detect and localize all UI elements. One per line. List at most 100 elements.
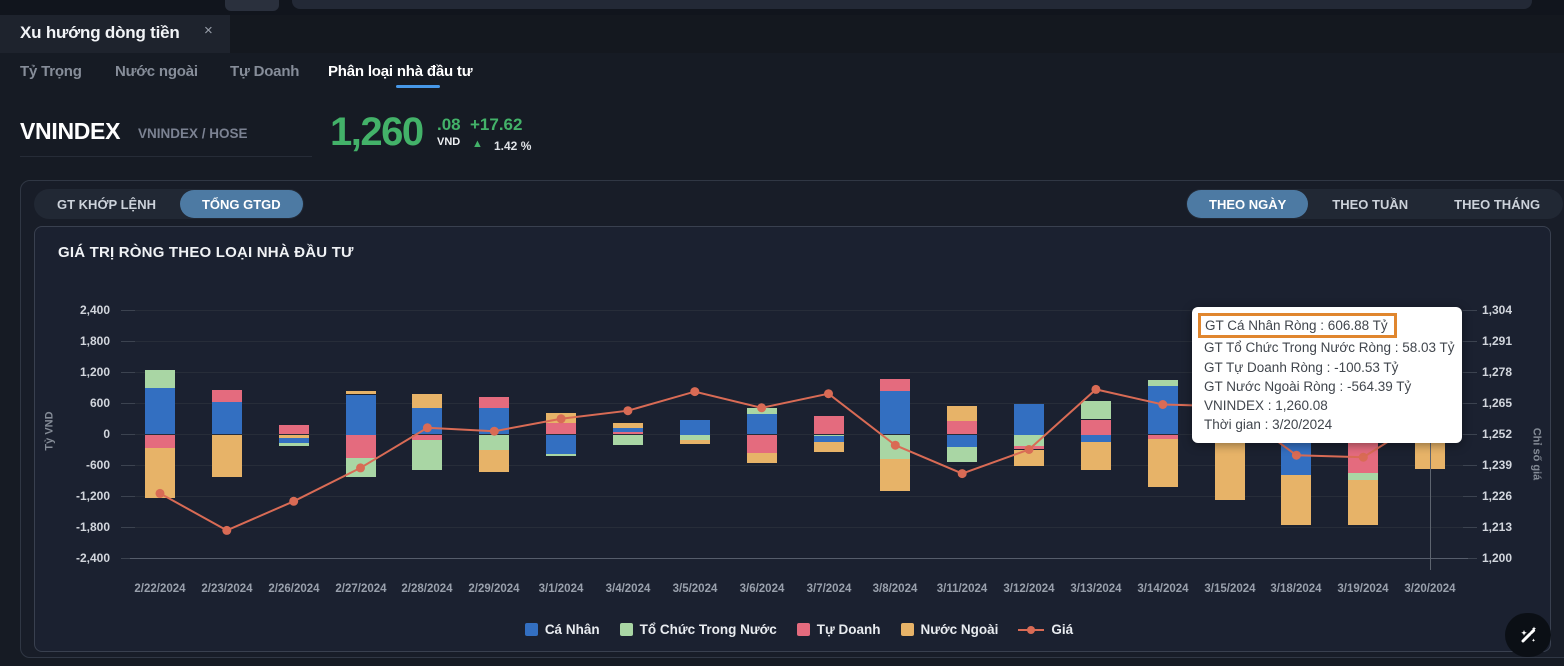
right-axis-label: 1,226	[1482, 489, 1513, 503]
x-axis-label: 3/4/2024	[605, 583, 651, 595]
tooltip-line: VNINDEX : 1,260.08	[1204, 398, 1328, 414]
price-line-dot[interactable]	[1158, 400, 1168, 409]
left-axis-label: 0	[103, 427, 110, 441]
legend-swatch	[900, 623, 914, 636]
x-axis-label: 2/29/2024	[468, 583, 520, 595]
left-axis-label: -600	[85, 458, 110, 472]
right-axis-label: 1,291	[1482, 334, 1513, 348]
tong-gtgd-button[interactable]: TỔNG GTGD	[179, 190, 303, 218]
x-axis-label: 2/22/2024	[134, 583, 186, 595]
period-toggle-group: THEO NGÀY THEO TUẦN THEO THÁNG	[1186, 189, 1564, 219]
legend-label: Tự Doanh	[816, 622, 881, 637]
x-axis-label: 3/1/2024	[538, 583, 584, 595]
right-axis-label: 1,213	[1482, 520, 1513, 534]
legend-label: Giá	[1051, 622, 1074, 637]
tab-tu-doanh[interactable]: Tự Doanh	[230, 63, 299, 80]
chart-legend: Cá Nhân Tổ Chức Trong Nước Tự Doanh Nước Ng…	[130, 622, 1468, 637]
index-change-percent: 1.42 %	[494, 139, 532, 153]
tooltip-line: GT Nước Ngoài Ròng : -564.39 Tỷ	[1204, 378, 1412, 394]
symbol-exchange: VNINDEX / HOSE	[138, 126, 248, 141]
right-axis-label: 1,265	[1482, 396, 1513, 410]
price-line-dot[interactable]	[422, 423, 432, 433]
legend-item-tu_doanh[interactable]: Tự Doanh	[796, 622, 881, 637]
legend-item-nuoc_ngoai[interactable]: Nước Ngoài	[900, 622, 998, 637]
price-line-dot[interactable]	[757, 403, 767, 413]
tooltip-line: GT Tự Doanh Ròng : -100.53 Tỷ	[1204, 359, 1399, 375]
price-line-dot[interactable]	[289, 496, 299, 506]
index-price-decimal: .08	[437, 115, 461, 134]
divider	[20, 156, 312, 157]
index-change: +17.62	[470, 115, 523, 134]
legend-swatch	[796, 623, 810, 636]
price-line-dot[interactable]	[690, 387, 700, 397]
x-axis-label: 2/27/2024	[335, 583, 387, 595]
x-axis-label: 3/8/2024	[872, 583, 918, 595]
price-line-dot[interactable]	[890, 440, 900, 450]
left-axis-label: -1,200	[75, 489, 110, 503]
top-chrome-bar	[0, 0, 1564, 15]
symbol-name: VNINDEX	[20, 118, 121, 144]
left-axis-label: 1,200	[79, 365, 110, 379]
tab-nuoc-ngoai[interactable]: Nước ngoài	[115, 63, 198, 80]
price-line-dot[interactable]	[1091, 384, 1101, 394]
chart-title: GIÁ TRỊ RÒNG THEO LOẠI NHÀ ĐẦU TƯ	[58, 244, 354, 261]
chrome-tab-stub[interactable]	[225, 0, 279, 11]
right-axis-label: 1,252	[1482, 427, 1513, 441]
right-axis-label: 1,239	[1482, 458, 1513, 472]
value-type-toggle-group: GT KHỚP LỆNH TỔNG GTGD	[34, 189, 304, 219]
legend-item-ca_nhan[interactable]: Cá Nhân	[524, 622, 600, 637]
theo-tuan-button[interactable]: THEO TUẦN	[1310, 190, 1430, 218]
legend-line-swatch	[1018, 625, 1045, 634]
x-axis-label: 3/12/2024	[1003, 583, 1055, 595]
price-line-dot[interactable]	[1358, 452, 1368, 462]
price-line-dot[interactable]	[1291, 450, 1301, 460]
left-axis-label: 2,400	[79, 303, 110, 317]
x-axis-label: 3/20/2024	[1404, 583, 1456, 595]
tooltip-line: GT Tổ Chức Trong Nước Ròng : 58.03 Tỷ	[1204, 340, 1455, 356]
tooltip-line: Thời gian : 3/20/2024	[1204, 417, 1333, 433]
chart-tooltip: GT Cá Nhân Ròng : 606.88 Tỷ GT Tổ Chức Tr…	[1192, 307, 1462, 443]
price-line-dot[interactable]	[356, 463, 365, 473]
x-axis-label: 3/18/2024	[1270, 583, 1322, 595]
x-axis-label: 3/13/2024	[1070, 583, 1122, 595]
tooltip-highlight-box: GT Cá Nhân Ròng : 606.88 Tỷ	[1198, 313, 1397, 339]
legend-item-gia[interactable]: Giá	[1018, 622, 1073, 637]
legend-swatch	[619, 623, 633, 636]
tooltip-line: GT Cá Nhân Ròng : 606.88 Tỷ	[1198, 313, 1450, 339]
legend-swatch	[524, 623, 538, 636]
x-axis-label: 3/14/2024	[1137, 583, 1189, 595]
close-icon[interactable]: ×	[204, 22, 213, 39]
x-axis-label: 2/28/2024	[401, 583, 453, 595]
left-axis-label: 1,800	[79, 334, 110, 348]
x-axis-label: 3/7/2024	[806, 583, 852, 595]
legend-label: Tổ Chức Trong Nước	[639, 622, 777, 637]
legend-item-to_chuc[interactable]: Tổ Chức Trong Nước	[619, 622, 777, 637]
theo-ngay-button[interactable]: THEO NGÀY	[1187, 190, 1309, 218]
price-line-dot[interactable]	[222, 525, 232, 535]
gt-khop-lenh-button[interactable]: GT KHỚP LỆNH	[35, 190, 178, 218]
magic-wand-icon	[1521, 626, 1537, 643]
theo-thang-button[interactable]: THEO THÁNG	[1432, 190, 1562, 218]
document-tab-row: Xu hướng dòng tiền ×	[0, 15, 1564, 53]
tab-ty-trong[interactable]: Tỷ Trọng	[20, 63, 82, 80]
price-line-dot[interactable]	[623, 406, 633, 416]
price-line-dot[interactable]	[1024, 445, 1034, 454]
x-axis-label: 2/26/2024	[268, 583, 320, 595]
x-axis-label: 3/15/2024	[1204, 583, 1256, 595]
right-axis-label: 1,304	[1482, 303, 1513, 317]
price-line-dot[interactable]	[957, 469, 967, 479]
left-axis-label: 600	[89, 396, 110, 410]
x-axis-label: 3/6/2024	[739, 583, 785, 595]
active-tab-underline	[396, 85, 440, 88]
price-line-dot[interactable]	[824, 389, 833, 399]
price-line-dot[interactable]	[556, 414, 566, 424]
x-axis-label: 3/5/2024	[672, 583, 718, 595]
legend-label: Cá Nhân	[544, 622, 600, 637]
price-line-dot[interactable]	[155, 488, 165, 498]
magic-wand-button[interactable]	[1505, 613, 1551, 657]
price-line-dot[interactable]	[489, 426, 499, 436]
chrome-address-bar-stub[interactable]	[292, 0, 1532, 9]
up-arrow-icon: ▲	[472, 138, 483, 150]
document-tab-title[interactable]: Xu hướng dòng tiền	[20, 23, 180, 43]
tab-phan-loai-nha-dau-tu[interactable]: Phân loại nhà đầu tư	[328, 63, 473, 80]
